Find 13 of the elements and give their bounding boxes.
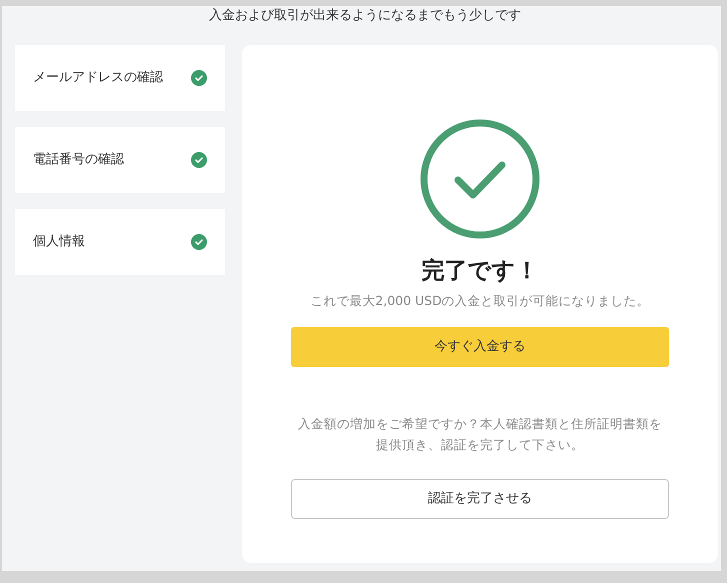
step-label: 電話番号の確認 (33, 151, 124, 170)
result-title: 完了です！ (422, 257, 538, 286)
step-label: 個人情報 (33, 233, 85, 252)
step-item[interactable]: 電話番号の確認 (15, 127, 225, 193)
step-label: メールアドレスの確認 (33, 69, 163, 88)
step-item[interactable]: 個人情報 (15, 209, 225, 275)
page-heading: 入金および取引が出来るようになるまでもう少しです (209, 7, 521, 25)
complete-verification-button[interactable]: 認証を完了させる (291, 478, 669, 519)
info-text: 入金額の増加をご希望ですか？本人確認書類と住所証明書類を 提供頂き、認証を完了して下さい。 (298, 414, 662, 454)
deposit-button[interactable]: 今すぐ入金する (291, 326, 669, 367)
success-check-icon (419, 118, 541, 240)
step-item[interactable]: メールアドレスの確認 (15, 45, 225, 111)
result-subtitle: これで最大2,000 USDの入金と取引が可能になりました。 (310, 292, 650, 310)
